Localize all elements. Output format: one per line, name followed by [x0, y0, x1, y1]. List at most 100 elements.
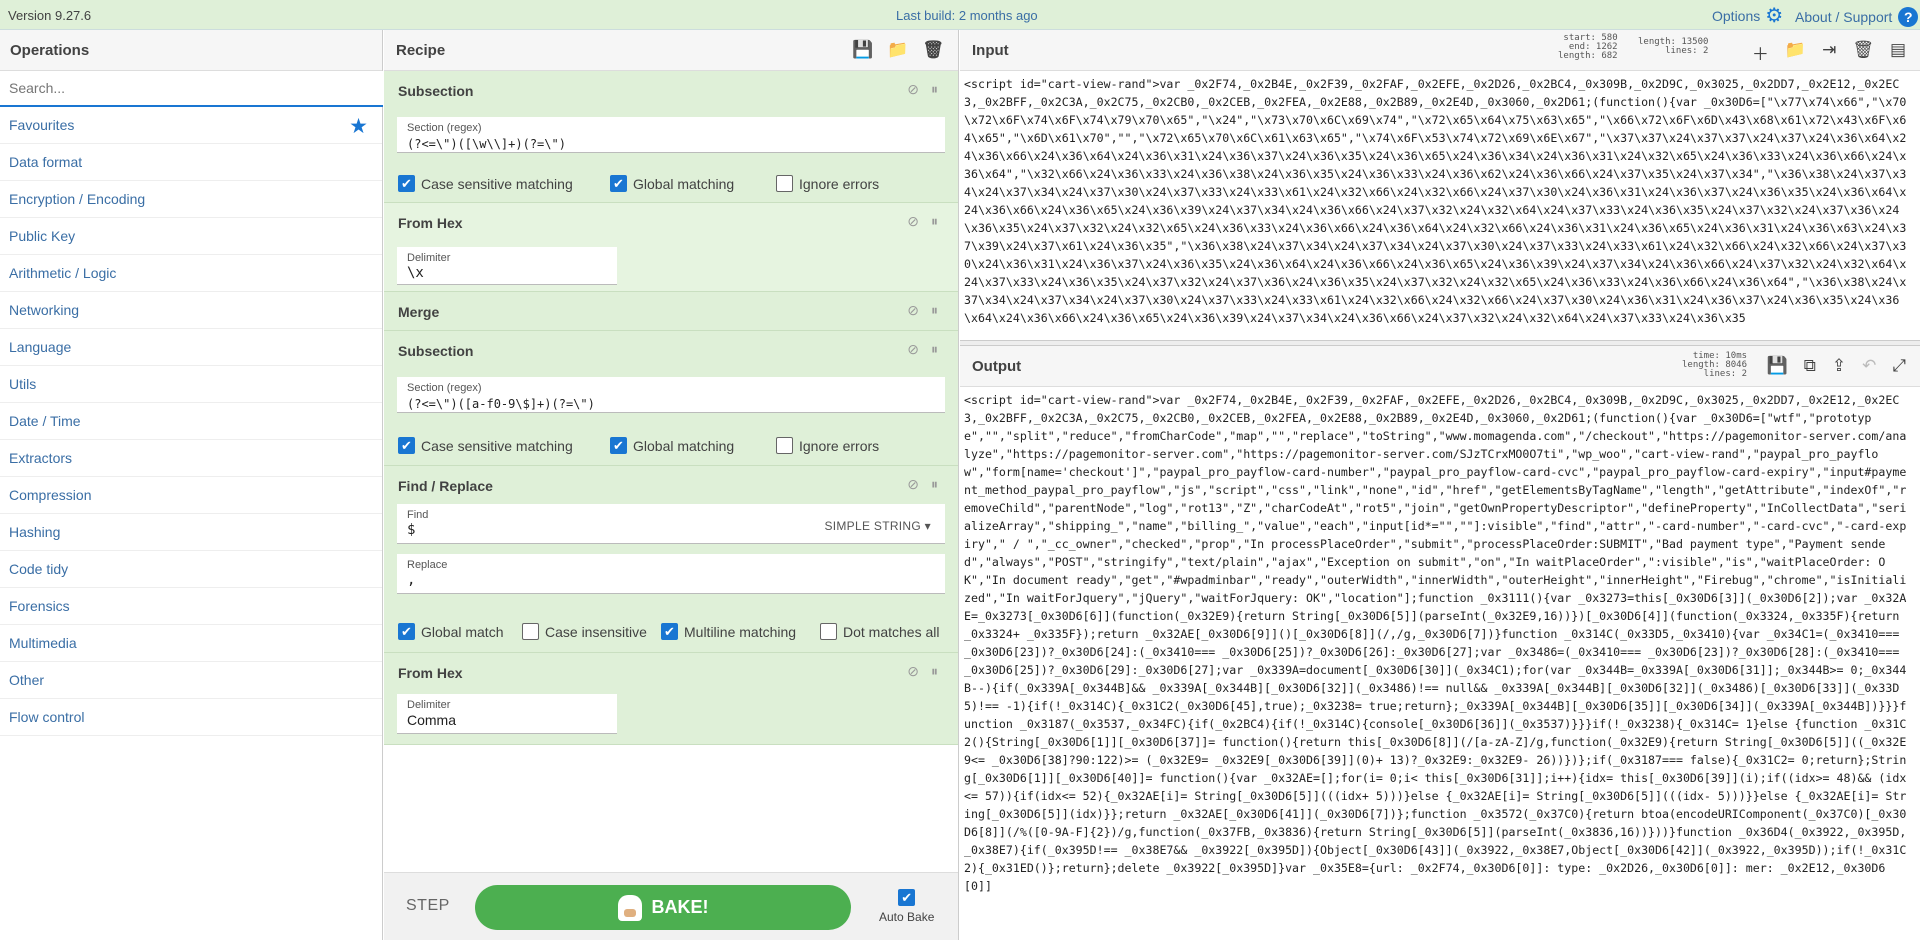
checkbox-label: Global match	[421, 623, 504, 640]
trash-icon[interactable]: 🗑	[922, 40, 944, 60]
case-insensitive-checkbox[interactable]: Case insensitive	[522, 623, 647, 640]
output-textarea[interactable]: <script id="cart-view-rand">var _0x2F74,…	[964, 391, 1910, 938]
section-regex-field[interactable]: Section (regex) (?<=\")([a-f0-9\$]+)(?=\…	[397, 377, 945, 413]
op-from-hex-1[interactable]: From Hex ⊘ ⏸ Delimiter \x	[384, 203, 958, 292]
checkbox-label: Ignore errors	[799, 175, 880, 192]
ignore-errors-checkbox[interactable]: Ignore errors	[776, 437, 879, 454]
checkbox-unchecked-icon	[820, 623, 837, 640]
dot-matches-all-checkbox[interactable]: Dot matches all	[820, 623, 939, 640]
category-label: Encryption / Encoding	[9, 191, 146, 207]
save-icon[interactable]: 💾	[1767, 356, 1788, 376]
disable-icon[interactable]: ⊘	[907, 213, 919, 230]
bake-bar: STEP BAKE! ✔ Auto Bake	[384, 872, 958, 940]
checkbox-label: Global matching	[633, 437, 735, 454]
pause-icon[interactable]: ⏸	[931, 341, 938, 358]
global-match-checkbox[interactable]: ✔ Global match	[398, 623, 503, 640]
layout-icon[interactable]: ▤	[1890, 40, 1906, 65]
pause-icon[interactable]: ⏸	[931, 476, 938, 493]
category-label: Date / Time	[9, 413, 81, 429]
case-sensitive-checkbox[interactable]: ✔ Case sensitive matching	[398, 175, 573, 192]
disable-icon[interactable]: ⊘	[907, 341, 919, 358]
undo-icon: ↶	[1862, 356, 1877, 375]
op-subsection-1[interactable]: Subsection ⊘ ⏸ Section (regex) (?<=\")([\…	[384, 71, 958, 203]
maximise-icon[interactable]: ⤢	[1892, 356, 1906, 376]
op-subsection-2[interactable]: Subsection ⊘ ⏸ Section (regex) (?<=\")([a…	[384, 331, 958, 466]
options-button[interactable]: Options ⚙	[1712, 6, 1783, 26]
checkbox-unchecked-icon	[776, 175, 793, 192]
step-button[interactable]: STEP	[406, 897, 450, 915]
recipe-title: Recipe	[396, 41, 446, 59]
copy-icon[interactable]: ⧉	[1804, 356, 1816, 376]
import-icon[interactable]: ⇥	[1822, 40, 1836, 65]
category-item[interactable]: Hashing	[0, 514, 382, 551]
section-regex-field[interactable]: Section (regex) (?<=\")([\w\\]+)(?=\")	[397, 117, 945, 153]
category-label: Extractors	[9, 450, 73, 466]
op-title: Find / Replace	[398, 478, 493, 494]
category-label: Utils	[9, 376, 37, 392]
category-label: Language	[9, 339, 72, 355]
category-item[interactable]: Arithmetic / Logic	[0, 255, 382, 292]
add-icon[interactable]: ＋	[1752, 40, 1769, 65]
folder-icon[interactable]: 📁	[887, 40, 908, 60]
disable-icon[interactable]: ⊘	[907, 81, 919, 98]
delimiter-field[interactable]: Delimiter \x	[397, 247, 617, 285]
bake-button[interactable]: BAKE!	[475, 885, 851, 930]
case-sensitive-checkbox[interactable]: ✔ Case sensitive matching	[398, 437, 573, 454]
pause-icon[interactable]: ⏸	[931, 302, 938, 319]
op-title: From Hex	[398, 215, 463, 231]
category-label: Data format	[9, 154, 83, 170]
op-merge[interactable]: Merge ⊘ ⏸	[384, 292, 958, 331]
operations-pane: Operations Favourites ★ Data format Encrypt…	[0, 30, 383, 940]
checkbox-label: Case sensitive matching	[421, 437, 573, 454]
category-item[interactable]: Extractors	[0, 440, 382, 477]
replace-input-icon[interactable]: ⇪	[1832, 356, 1846, 376]
about-label: About / Support	[1795, 9, 1893, 25]
disable-icon[interactable]: ⊘	[907, 476, 919, 493]
category-item[interactable]: Language	[0, 329, 382, 366]
disable-icon[interactable]: ⊘	[907, 302, 919, 319]
category-item[interactable]: Code tidy	[0, 551, 382, 588]
field-label: Section (regex)	[407, 122, 482, 134]
category-item[interactable]: Multimedia	[0, 625, 382, 662]
checkbox-checked-icon: ✔	[898, 889, 916, 906]
find-field[interactable]: Find $ SIMPLE STRING ▾	[397, 504, 945, 544]
last-build-label[interactable]: Last build: 2 months ago	[896, 8, 1038, 23]
about-support-button[interactable]: About / Support ?	[1795, 7, 1919, 27]
global-matching-checkbox[interactable]: ✔ Global matching	[610, 175, 734, 192]
auto-bake-checkbox[interactable]: ✔ Auto Bake	[879, 889, 934, 924]
disable-icon[interactable]: ⊘	[907, 663, 919, 680]
pause-icon[interactable]: ⏸	[931, 663, 938, 680]
ignore-errors-checkbox[interactable]: Ignore errors	[776, 175, 879, 192]
bake-label: BAKE!	[651, 897, 709, 917]
trash-icon[interactable]: 🗑	[1852, 40, 1874, 65]
category-item[interactable]: Encryption / Encoding	[0, 181, 382, 218]
category-item[interactable]: Public Key	[0, 218, 382, 255]
multiline-checkbox[interactable]: ✔ Multiline matching	[661, 623, 796, 640]
category-item[interactable]: Flow control	[0, 699, 382, 736]
star-icon: ★	[349, 115, 368, 138]
save-icon[interactable]: 💾	[852, 40, 873, 60]
pause-icon[interactable]: ⏸	[931, 81, 938, 98]
delimiter-field[interactable]: Delimiter Comma	[397, 694, 617, 734]
field-label: Find	[407, 509, 429, 521]
op-find-replace[interactable]: Find / Replace ⊘ ⏸ Find $ SIMPLE STRING ▾…	[384, 466, 958, 653]
category-item[interactable]: Favourites ★	[0, 107, 382, 144]
category-item[interactable]: Other	[0, 662, 382, 699]
category-item[interactable]: Utils	[0, 366, 382, 403]
replace-field[interactable]: Replace ,	[397, 554, 945, 594]
category-label: Favourites	[9, 117, 75, 133]
find-mode-dropdown[interactable]: SIMPLE STRING ▾	[824, 519, 931, 533]
category-item[interactable]: Forensics	[0, 588, 382, 625]
input-textarea[interactable]: <script id="cart-view-rand">var _0x2F74,…	[964, 75, 1910, 337]
search-input[interactable]	[0, 71, 383, 107]
operations-title: Operations	[0, 30, 382, 71]
top-bar: Version 9.27.6 Last build: 2 months ago …	[0, 0, 1920, 30]
category-item[interactable]: Compression	[0, 477, 382, 514]
global-matching-checkbox[interactable]: ✔ Global matching	[610, 437, 734, 454]
op-from-hex-2[interactable]: From Hex ⊘ ⏸ Delimiter Comma	[384, 653, 958, 745]
category-item[interactable]: Date / Time	[0, 403, 382, 440]
pause-icon[interactable]: ⏸	[931, 213, 938, 230]
category-item[interactable]: Networking	[0, 292, 382, 329]
folder-icon[interactable]: 📁	[1785, 40, 1806, 65]
category-item[interactable]: Data format	[0, 144, 382, 181]
